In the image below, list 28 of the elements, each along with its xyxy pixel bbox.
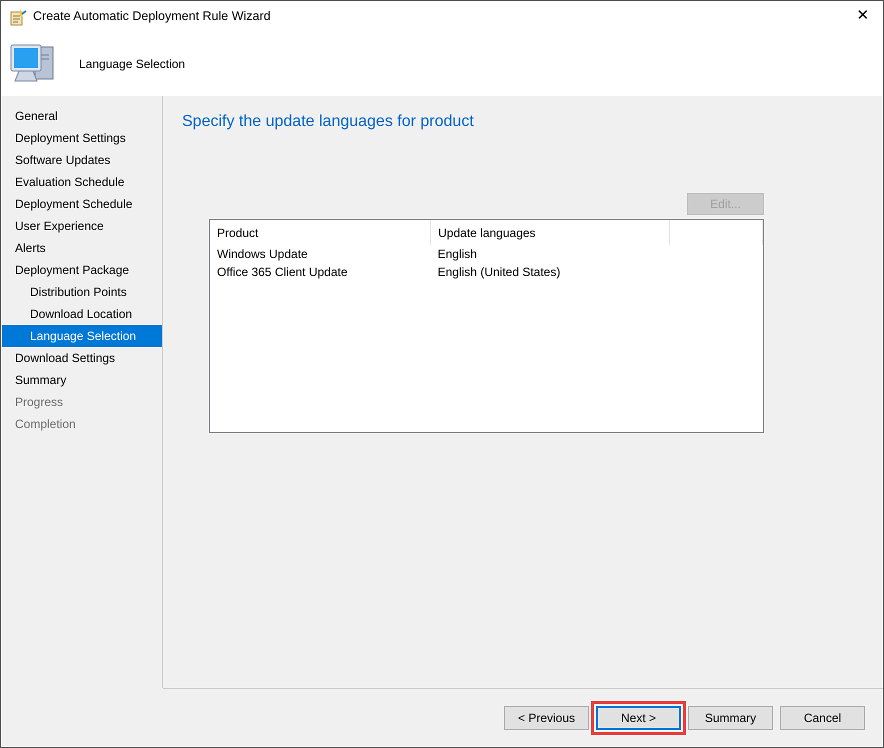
wizard-button[interactable]: Cancel	[780, 706, 865, 730]
wizard-step[interactable]: Software Updates	[2, 149, 162, 171]
column-header[interactable]: Product	[210, 220, 431, 246]
wizard-step[interactable]: User Experience	[2, 215, 162, 237]
window-title: Create Automatic Deployment Rule Wizard	[33, 8, 272, 26]
page-heading: Specify the update languages for product	[182, 112, 475, 132]
close-button[interactable]: ✕	[843, 2, 883, 32]
wizard-step[interactable]: Download Location	[2, 303, 162, 325]
wizard-button[interactable]: Next >	[596, 706, 681, 730]
wizard-step[interactable]: Language Selection	[2, 325, 162, 347]
wizard-step[interactable]: Distribution Points	[2, 281, 162, 303]
wizard-step[interactable]: Summary	[2, 369, 162, 391]
wizard-button[interactable]: < Previous	[504, 706, 589, 730]
page-title: Language Selection	[79, 56, 186, 73]
wizard-step[interactable]: Deployment Settings	[2, 127, 162, 149]
wizard-button[interactable]: Summary	[688, 706, 773, 730]
table-cell: Windows Update	[210, 245, 431, 264]
wizard-step[interactable]: Download Settings	[2, 347, 162, 369]
table-cell: English	[430, 245, 670, 264]
wizard-step[interactable]: Evaluation Schedule	[2, 171, 162, 193]
table-cell-text: Office 365 Client Update	[216, 264, 349, 282]
wizard-step[interactable]: General	[2, 105, 162, 127]
wizard-step[interactable]: Deployment Schedule	[2, 193, 162, 215]
wizard-icon	[9, 8, 27, 26]
column-header[interactable]: Update languages	[430, 220, 670, 246]
wizard-step[interactable]: Alerts	[2, 237, 162, 259]
table-cell-text: English (United States)	[436, 264, 562, 282]
wizard-step[interactable]: Deployment Package	[2, 259, 162, 281]
